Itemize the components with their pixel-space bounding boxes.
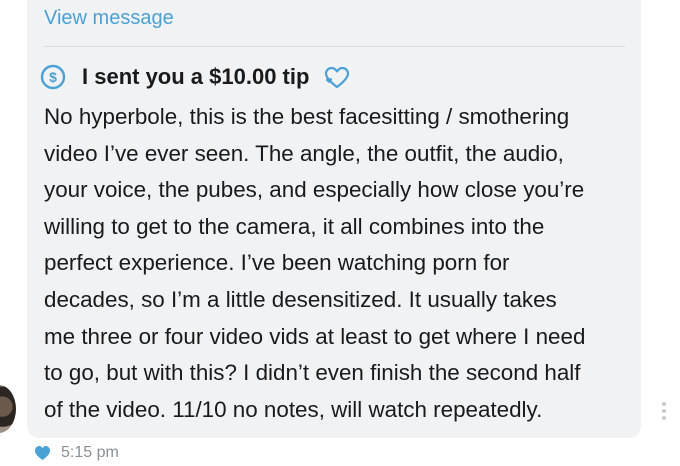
message-text: No hyperbole, this is the best facesitti…	[44, 104, 586, 422]
tip-header: $ I sent you a $10.00 tip	[40, 62, 351, 92]
tip-text: I sent you a $10.00 tip	[82, 64, 310, 89]
view-message-link[interactable]: View message	[44, 7, 174, 30]
svg-text:$: $	[49, 69, 57, 85]
sender-avatar[interactable]	[0, 385, 16, 433]
more-vertical-icon[interactable]	[661, 402, 667, 424]
heart-outline-icon[interactable]	[323, 64, 351, 90]
divider	[44, 46, 625, 47]
heart-filled-icon[interactable]	[34, 445, 51, 461]
timestamp: 5:15 pm	[61, 444, 119, 461]
dollar-circle-icon: $	[40, 64, 66, 90]
message-status: 5:15 pm	[34, 443, 119, 463]
